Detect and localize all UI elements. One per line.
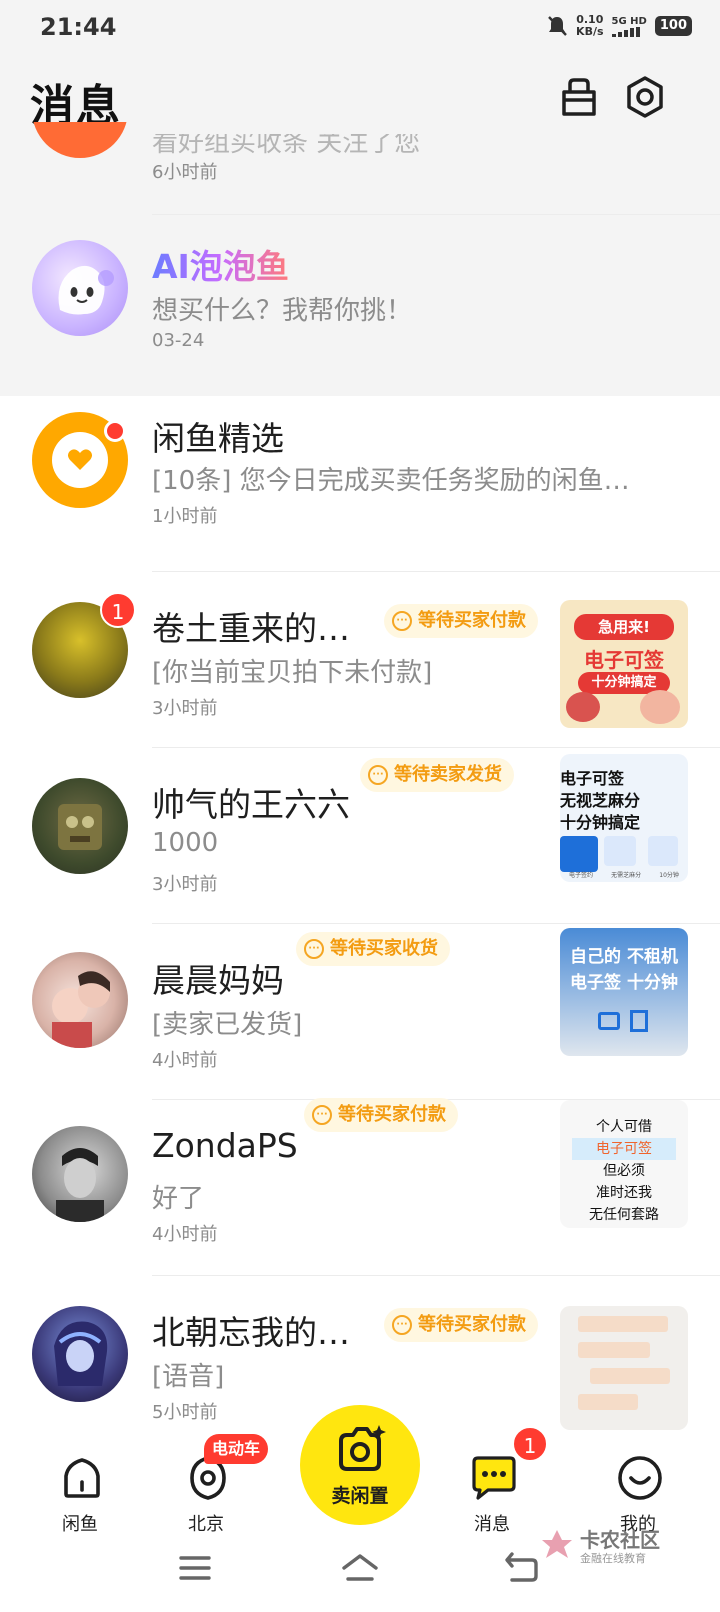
chat-bubble xyxy=(590,1368,670,1384)
status-time: 21:44 xyxy=(40,13,117,41)
preview-text: 好了 xyxy=(152,1184,205,1214)
product-thumbnail[interactable]: 自己的 不租机 电子签 十分钟 xyxy=(560,928,688,1056)
chat-bubble xyxy=(578,1342,650,1358)
sell-button[interactable]: 卖闲置 xyxy=(300,1405,420,1525)
list-item[interactable]: 闲鱼精选 [10条] 您今日完成买卖任务奖励的闲鱼… 1小时前 xyxy=(0,396,720,572)
time-label: 5小时前 xyxy=(152,1402,218,1423)
thumb-text: 个人可借 电子可签 但必须 准时还我 无任何套路 xyxy=(560,1116,688,1226)
thumb-icon xyxy=(598,1012,620,1030)
status-icons: 0.10 KB/s 5G HD 100 xyxy=(546,14,692,38)
list-item[interactable]: 看好组买收条 关注了您 6小时前 xyxy=(0,122,720,216)
thumb-captions: 电子签约 无需芝麻分 10分钟 xyxy=(569,872,679,879)
back-icon[interactable] xyxy=(504,1552,540,1584)
profile-icon xyxy=(618,1456,662,1500)
unread-badge: 1 xyxy=(100,592,136,628)
time-label: 6小时前 xyxy=(152,162,218,183)
list-item[interactable]: ZondaPS ··· 等待买家付款 好了 4小时前 个人可借 电子可签 但必须… xyxy=(0,1098,720,1276)
time-label: 3小时前 xyxy=(152,698,218,719)
pending-icon: ··· xyxy=(392,611,412,631)
preview-text: [语音] xyxy=(152,1362,225,1392)
pending-icon: ··· xyxy=(368,765,388,785)
mute-icon xyxy=(548,16,567,36)
list-item[interactable]: 晨晨妈妈 ··· 等待买家收货 [卖家已发货] 4小时前 自己的 不租机 电子签… xyxy=(0,924,720,1100)
avatar xyxy=(32,240,128,336)
contact-name: 闲鱼精选 xyxy=(152,419,284,458)
thumb-icon xyxy=(604,836,636,866)
contact-name: 帅气的王六六 xyxy=(152,785,350,824)
messages-badge: 1 xyxy=(512,1426,548,1462)
status-bar: 21:44 0.10 KB/s 5G HD 100 xyxy=(0,0,720,56)
preview-text: [10条] 您今日完成买卖任务奖励的闲鱼… xyxy=(152,466,630,496)
camera-icon xyxy=(339,1425,386,1471)
avatar xyxy=(32,1306,128,1402)
preview-text: 1000 xyxy=(152,828,219,858)
thumb-text: 电子签 十分钟 xyxy=(570,973,678,993)
city-badge: 电动车 xyxy=(204,1434,269,1464)
contact-name: 晨晨妈妈 xyxy=(152,961,284,1000)
thumb-icon xyxy=(560,836,598,872)
pending-icon: ··· xyxy=(304,939,324,959)
net-speed: 0.10 KB/s xyxy=(576,13,604,38)
nav-home[interactable]: 闲鱼 xyxy=(20,1430,140,1540)
avatar xyxy=(32,1126,128,1222)
status-tag: ··· 等待买家收货 xyxy=(296,932,450,966)
product-thumbnail[interactable]: 个人可借 电子可签 但必须 准时还我 无任何套路 xyxy=(560,1100,688,1228)
list-item[interactable]: 1 卷土重来的… ··· 等待买家付款 [你当前宝贝拍下未付款] 3小时前 急用… xyxy=(0,572,720,748)
avatar xyxy=(32,778,128,874)
message-icon xyxy=(472,1456,516,1500)
menu-icon[interactable] xyxy=(178,1554,212,1582)
thumb-icon xyxy=(630,1010,648,1032)
home-icon xyxy=(64,1458,100,1498)
home-system-icon[interactable] xyxy=(340,1552,380,1584)
contact-name: ZondaPS xyxy=(152,1126,298,1165)
list-item[interactable]: AI泡泡鱼 想买什么？我帮你挑！ 03-24 xyxy=(0,216,720,386)
character-avatar-icon xyxy=(54,1321,108,1386)
thumb-text: 电子可签 无视芝麻分 十分钟搞定 xyxy=(560,769,641,832)
time-label: 4小时前 xyxy=(152,1050,218,1071)
preview-text: [你当前宝贝拍下未付款] xyxy=(152,658,433,688)
battery-indicator: 100 xyxy=(654,16,692,36)
unread-dot xyxy=(104,420,126,442)
time-label: 1小时前 xyxy=(152,506,218,527)
time-label: 03-24 xyxy=(152,330,205,351)
photo-avatar-icon xyxy=(56,1148,104,1222)
time-label: 3小时前 xyxy=(152,874,218,895)
settings-icon[interactable] xyxy=(622,74,668,120)
product-thumbnail[interactable]: 电子可签 无视芝麻分 十分钟搞定 电子签约 无需芝麻分 10分钟 xyxy=(560,754,688,882)
thumb-icon xyxy=(648,836,678,866)
status-tag: ··· 等待卖家发货 xyxy=(360,758,514,792)
bag-icon[interactable] xyxy=(556,74,602,120)
system-nav-bar xyxy=(0,1540,720,1612)
ai-bubble-icon xyxy=(58,265,114,315)
preview-text: 看好组买收条 关注了您 xyxy=(152,128,421,158)
thumb-figure xyxy=(640,690,680,724)
chat-bubble xyxy=(578,1394,638,1410)
preview-text: 想买什么？我帮你挑！ xyxy=(152,296,413,326)
list-item[interactable]: 帅气的王六六 ··· 等待卖家发货 1000 3小时前 电子可签 无视芝麻分 十… xyxy=(0,748,720,924)
thumb-banner: 急用来! xyxy=(574,614,674,640)
product-thumbnail[interactable] xyxy=(560,1306,688,1430)
product-thumbnail[interactable]: 急用来! 电子可签 十分钟搞定 xyxy=(560,600,688,728)
pending-icon: ··· xyxy=(392,1315,412,1335)
contact-name: 卷土重来的… xyxy=(152,609,350,648)
status-tag: ··· 等待买家付款 xyxy=(384,604,538,638)
photo-avatar-icon xyxy=(52,971,110,1048)
status-tag: ··· 等待买家付款 xyxy=(304,1098,458,1132)
time-label: 4小时前 xyxy=(152,1224,218,1245)
contact-name: AI泡泡鱼 xyxy=(152,240,289,288)
contact-name: 北朝忘我的… xyxy=(152,1313,350,1352)
thumb-text: 电子可签 xyxy=(584,648,664,672)
signal-icon: 5G HD xyxy=(611,16,647,37)
thumb-figure xyxy=(566,692,600,722)
thumb-text: 自己的 不租机 xyxy=(570,947,678,967)
chat-bubble xyxy=(578,1316,668,1332)
character-avatar-icon xyxy=(58,804,102,850)
avatar xyxy=(32,952,128,1048)
preview-text: [卖家已发货] xyxy=(152,1010,303,1040)
status-tag: ··· 等待买家付款 xyxy=(384,1308,538,1342)
divider xyxy=(152,214,720,215)
pending-icon: ··· xyxy=(312,1105,332,1125)
